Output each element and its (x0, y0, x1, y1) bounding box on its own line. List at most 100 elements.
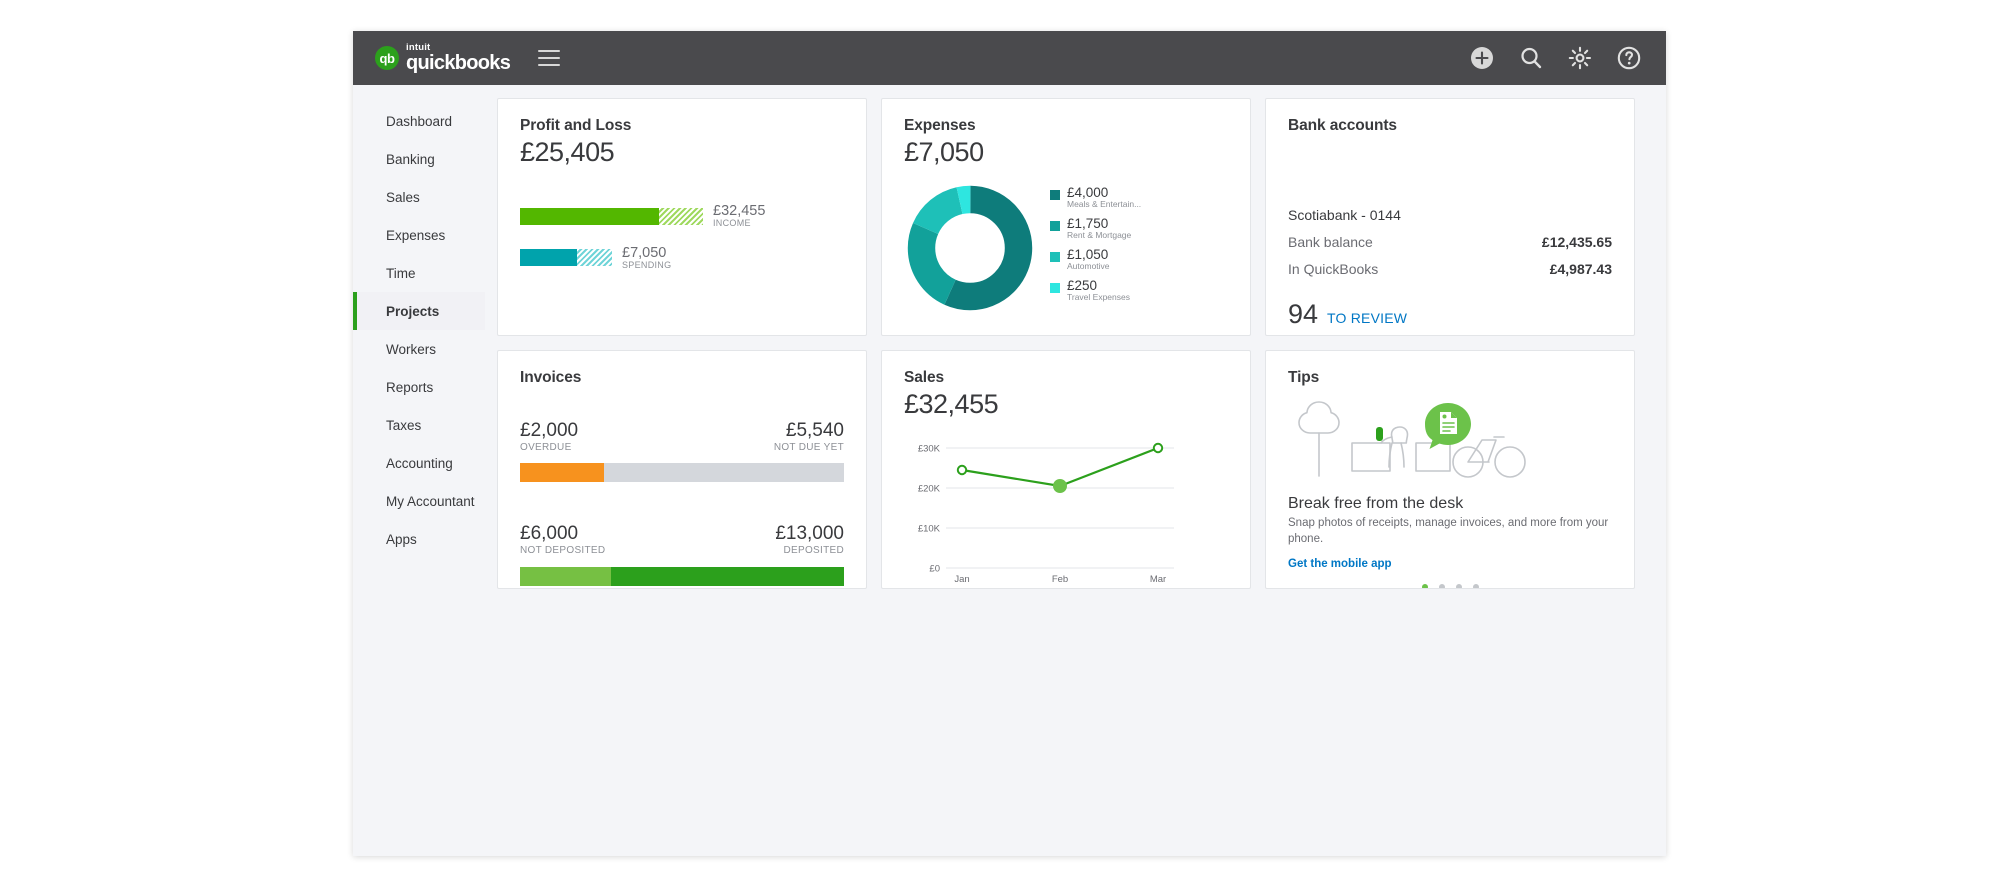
phone-icon (1376, 427, 1383, 441)
income-row: £32,455 INCOME (520, 203, 844, 229)
spending-caption: SPENDING (622, 259, 672, 270)
y-tick-20k: £20K (918, 484, 941, 495)
spending-value: £7,050 (622, 244, 667, 261)
bank-account-name: Scotiabank - 0144 (1288, 207, 1401, 223)
sidebar-item-label: Taxes (386, 417, 422, 433)
card-title: Sales (904, 369, 945, 386)
sidebar-item-my-accountant[interactable]: My Accountant (353, 482, 485, 520)
quickbooks-logo[interactable]: qb intuit quickbooks (375, 41, 511, 75)
expenses-amount: £7,050 (904, 137, 984, 167)
sidebar-item-label: Sales (386, 189, 420, 205)
tree-canopy-icon (1298, 401, 1340, 434)
dashboard-cards: Profit and Loss £25,405 £32,455 INCOME £… (485, 85, 1666, 856)
to-review-row[interactable]: 94 TO REVIEW (1288, 299, 1612, 330)
sidebar-item-expenses[interactable]: Expenses (353, 216, 485, 254)
to-review-link[interactable]: TO REVIEW (1327, 310, 1407, 326)
sidebar-item-projects[interactable]: Projects (353, 292, 485, 330)
sidebar-item-time[interactable]: Time (353, 254, 485, 292)
spending-bar-solid (520, 249, 578, 267)
in-quickbooks-label: In QuickBooks (1288, 261, 1379, 277)
income-bar (520, 207, 703, 225)
chart-gridlines (946, 447, 1174, 569)
sidebar-item-label: Dashboard (386, 113, 453, 129)
legend-value: £1,750 (1067, 215, 1109, 231)
sidebar-item-label: Time (386, 265, 416, 281)
hamburger-menu-icon[interactable] (538, 50, 561, 66)
sidebar-item-dashboard[interactable]: Dashboard (353, 102, 485, 140)
y-tick-0: £0 (929, 564, 940, 575)
topbar-actions (1469, 45, 1642, 71)
income-caption: INCOME (713, 218, 751, 229)
overdue-bar-segment (520, 463, 605, 483)
overdue-group: £2,000 OVERDUE (520, 421, 578, 453)
card-title: Profit and Loss (520, 117, 632, 134)
sidebar-item-apps[interactable]: Apps (353, 520, 485, 558)
top-navigation-bar: qb intuit quickbooks (353, 31, 1666, 85)
quickbooks-wordmark: quickbooks (406, 52, 511, 75)
hamburger-bar (538, 57, 561, 59)
sales-point-mar[interactable] (1152, 442, 1164, 454)
legend-value: £250 (1067, 278, 1098, 294)
x-tick-feb: Feb (1052, 574, 1068, 585)
sales-point-jan[interactable] (956, 464, 968, 476)
to-review-count: 94 (1288, 299, 1319, 329)
tips-card[interactable]: Tips Break free from the desk Snap photo… (1265, 350, 1635, 589)
invoices-card[interactable]: Invoices £2,000 OVERDUE £5,540 NOT DUE Y… (497, 350, 867, 589)
sidebar-item-label: Workers (386, 341, 437, 357)
help-icon[interactable] (1616, 45, 1642, 71)
tips-body-text: Snap photos of receipts, manage invoices… (1288, 517, 1609, 545)
sidebar-navigation: Dashboard Banking Sales Expenses Time Pr… (353, 85, 485, 856)
not-deposited-group: £6,000 NOT DEPOSITED (520, 524, 605, 556)
bank-balance-row: Bank balance £12,435.65 (1288, 234, 1612, 250)
sales-card[interactable]: Sales £32,455 £30K £20K £10K £0 Jan Feb … (881, 350, 1251, 589)
legend-item-rent: £1,750 Rent & Mortgage (1050, 215, 1141, 240)
invoices-deposit-block: £6,000 NOT DEPOSITED £13,000 DEPOSITED (520, 523, 844, 586)
sidebar-item-reports[interactable]: Reports (353, 368, 485, 406)
y-tick-30k: £30K (918, 444, 941, 455)
income-bar-solid (520, 207, 660, 225)
deposited-bar-segment (610, 566, 844, 586)
chart-x-axis-labels: Jan Feb Mar (954, 574, 1166, 585)
sidebar-item-banking[interactable]: Banking (353, 140, 485, 178)
in-quickbooks-value: £4,987.43 (1549, 261, 1612, 277)
carousel-dot-3[interactable] (1455, 584, 1462, 588)
search-icon[interactable] (1518, 45, 1544, 71)
sidebar-item-workers[interactable]: Workers (353, 330, 485, 368)
bicycle-wheel-right-icon (1494, 446, 1526, 478)
intuit-wordmark: intuit (406, 41, 431, 53)
sidebar-item-sales[interactable]: Sales (353, 178, 485, 216)
bank-balance-label: Bank balance (1288, 234, 1373, 250)
sales-point-feb[interactable] (1053, 479, 1067, 493)
not-due-yet-amount: £5,540 (785, 420, 844, 441)
deposited-amount: £13,000 (775, 523, 844, 545)
carousel-dot-1[interactable] (1421, 584, 1428, 588)
gear-icon[interactable] (1567, 45, 1593, 71)
tips-illustration (1288, 397, 1612, 483)
carousel-dot-4[interactable] (1472, 584, 1479, 588)
invoices-due-block: £2,000 OVERDUE £5,540 NOT DUE YET (520, 420, 844, 483)
expenses-donut-chart (907, 185, 1033, 311)
get-mobile-app-link[interactable]: Get the mobile app (1288, 558, 1612, 570)
deposited-caption: DEPOSITED (783, 545, 844, 557)
y-tick-10k: £10K (918, 524, 941, 535)
sidebar-item-taxes[interactable]: Taxes (353, 406, 485, 444)
bank-balance-value: £12,435.65 (1541, 234, 1612, 250)
carousel-dot-2[interactable] (1438, 584, 1445, 588)
sidebar-item-accounting[interactable]: Accounting (353, 444, 485, 482)
not-due-yet-caption: NOT DUE YET (773, 441, 844, 453)
in-quickbooks-row: In QuickBooks £4,987.43 (1288, 261, 1612, 277)
x-tick-jan: Jan (954, 574, 969, 585)
bench-left-icon (1351, 442, 1391, 472)
profit-and-loss-bars: £32,455 INCOME £7,050 SPENDING (520, 203, 844, 270)
profit-and-loss-card[interactable]: Profit and Loss £25,405 £32,455 INCOME £… (497, 98, 867, 336)
income-value: £32,455 (713, 203, 766, 219)
x-tick-mar: Mar (1150, 574, 1166, 585)
sidebar-item-label: My Accountant (386, 493, 475, 509)
legend-item-automotive: £1,050 Automotive (1050, 247, 1141, 271)
tips-headline: Break free from the desk (1288, 495, 1464, 512)
bench-right-icon (1415, 442, 1451, 472)
bank-accounts-card[interactable]: Bank accounts Scotiabank - 0144 Bank bal… (1265, 98, 1635, 336)
profit-and-loss-amount: £25,405 (520, 137, 615, 167)
expenses-card[interactable]: Expenses £7,050 £4,000 Meals & Entertain… (881, 98, 1251, 336)
add-icon[interactable] (1469, 45, 1495, 71)
